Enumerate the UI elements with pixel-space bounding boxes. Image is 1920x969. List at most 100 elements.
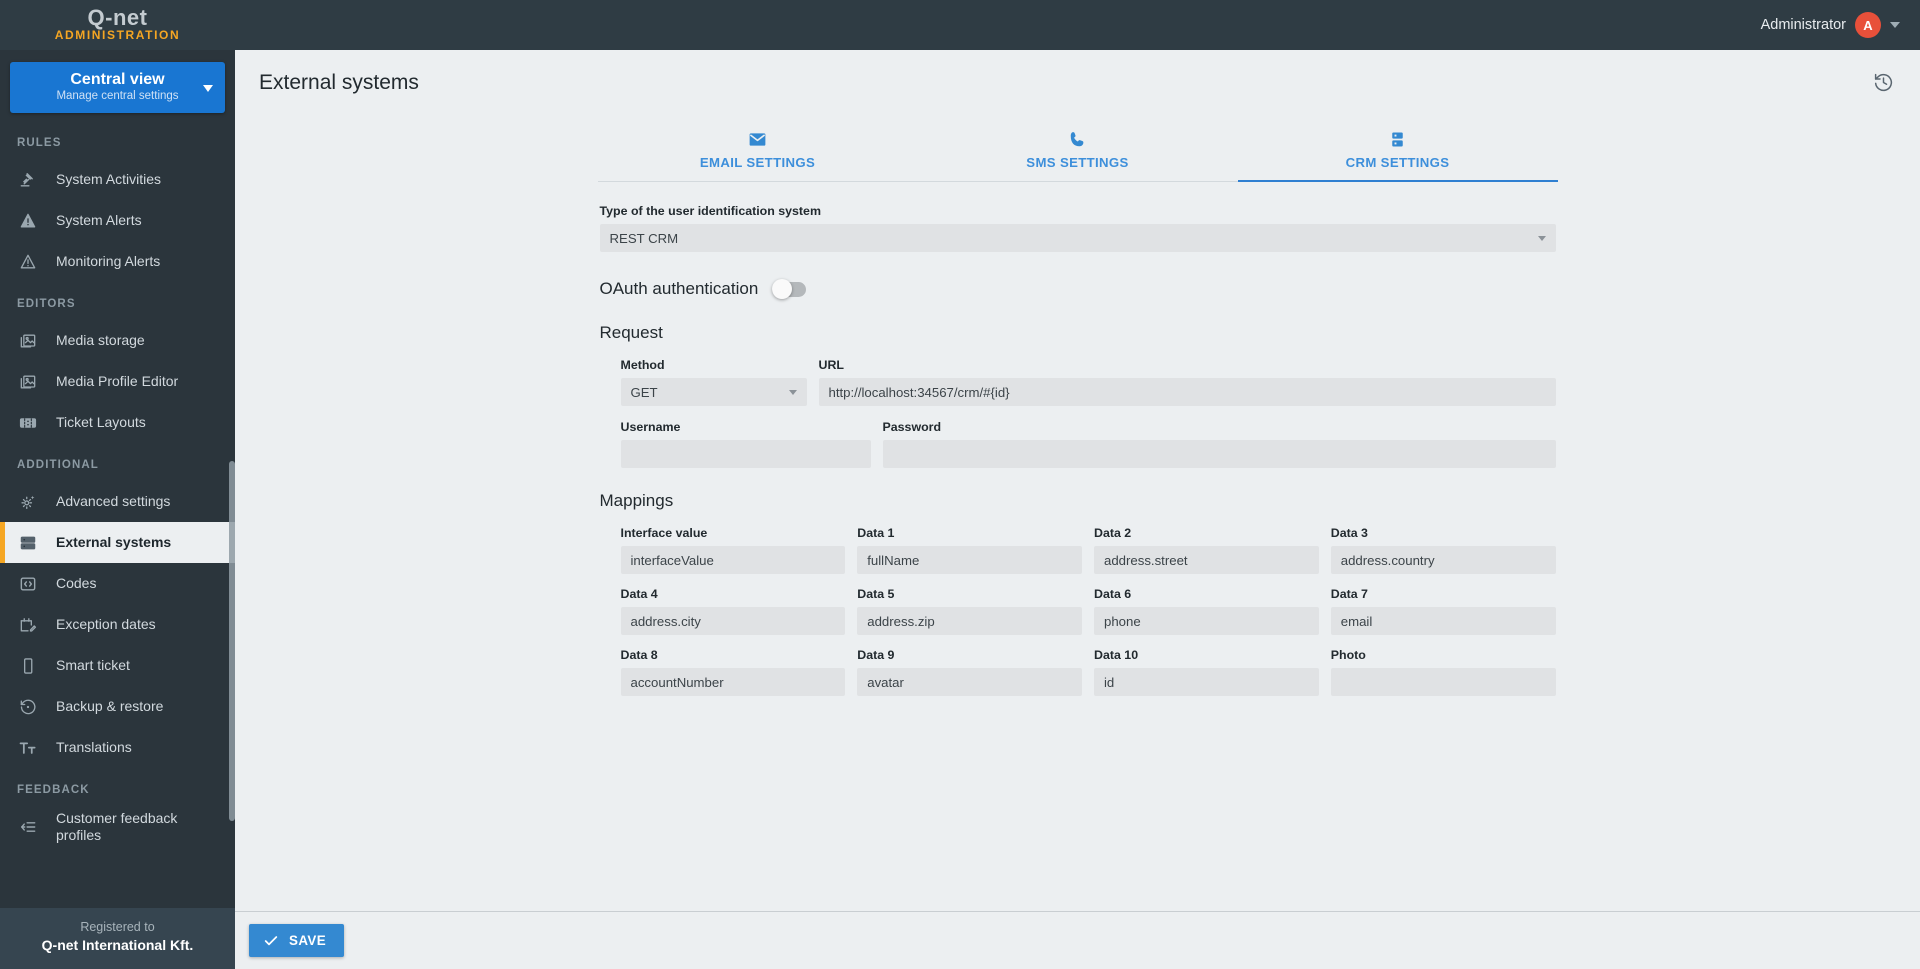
feedback-icon — [0, 817, 56, 837]
tab-sms-settings[interactable]: SMS SETTINGS — [918, 118, 1238, 181]
method-label: Method — [620, 358, 665, 372]
save-button[interactable]: SAVE — [249, 924, 345, 957]
restore-icon — [0, 697, 56, 717]
save-button-label: SAVE — [289, 933, 327, 948]
tab-crm-settings[interactable]: CRM SETTINGS — [1237, 118, 1558, 182]
chevron-down-icon[interactable] — [203, 84, 213, 92]
mapping-field: Data 3 address.country — [1330, 526, 1556, 574]
request-row-2: Username Password — [600, 420, 1556, 468]
sidebar-item-customer-feedback-profiles[interactable]: Customer feedback profiles — [0, 806, 235, 848]
mapping-field: Data 6 phone — [1094, 587, 1319, 635]
sidebar-item-label: Backup & restore — [56, 698, 164, 714]
translate-icon — [0, 738, 56, 758]
chevron-down-icon[interactable] — [1537, 236, 1546, 241]
oauth-row: OAuth authentication — [600, 278, 1556, 300]
mapping-value: address.zip — [867, 613, 935, 629]
image-icon — [0, 331, 56, 351]
page-header: External systems — [235, 50, 1920, 100]
sidebar-item-backup-restore[interactable]: Backup & restore — [0, 686, 235, 727]
registered-to-name: Q-net International Kft. — [41, 937, 194, 953]
phone-icon — [922, 128, 1234, 150]
sidebar-item-system-alerts[interactable]: System Alerts — [0, 200, 235, 241]
request-section-title: Request — [599, 323, 663, 342]
user-menu[interactable]: Administrator A — [1761, 0, 1920, 50]
sidebar-item-label: Ticket Layouts — [56, 414, 146, 430]
mapping-value: avatar — [867, 674, 904, 690]
sidebar-item-media-storage[interactable]: Media storage — [0, 320, 235, 361]
mapping-field: Data 9 avatar — [857, 648, 1082, 696]
sidebar-item-media-profile-editor[interactable]: Media Profile Editor — [0, 361, 235, 402]
oauth-toggle[interactable] — [772, 279, 807, 299]
sidebar-item-external-systems[interactable]: External systems — [0, 522, 235, 563]
tab-email-settings[interactable]: EMAIL SETTINGS — [598, 118, 918, 181]
view-switcher[interactable]: Central view Manage central settings — [10, 62, 225, 113]
mobile-icon — [0, 656, 56, 676]
oauth-label: OAuth authentication — [599, 279, 759, 298]
mapping-input[interactable]: id — [1094, 668, 1319, 696]
method-select[interactable]: GET — [620, 378, 807, 406]
nav-group-title: RULES — [17, 137, 62, 149]
nav-group-title: ADDITIONAL — [17, 459, 99, 471]
username-label: Username — [620, 420, 681, 434]
sidebar-item-system-activities[interactable]: System Activities — [0, 159, 235, 200]
sidebar-item-ticket-layouts[interactable]: Ticket Layouts — [0, 402, 235, 443]
method-value: GET — [630, 384, 658, 400]
main-content: External systems EMAIL SETTINGS SMS SETTI… — [235, 50, 1920, 969]
body-wrapper: Central view Manage central settings RUL… — [0, 50, 1920, 969]
mapping-label: Data 6 — [1094, 587, 1132, 601]
mapping-field: Data 2 address.street — [1094, 526, 1319, 574]
mapping-input[interactable]: accountNumber — [620, 668, 846, 696]
sidebar-item-label: Translations — [56, 739, 132, 755]
tab-label: SMS SETTINGS — [1026, 155, 1129, 170]
sidebar-item-label: Media Profile Editor — [56, 373, 179, 389]
mapping-input[interactable]: address.country — [1330, 546, 1556, 574]
sidebar-item-monitoring-alerts[interactable]: Monitoring Alerts — [0, 241, 235, 282]
sidebar-item-exception-dates[interactable]: Exception dates — [0, 604, 235, 645]
settings-tabs: EMAIL SETTINGS SMS SETTINGS CRM SETTINGS — [597, 118, 1558, 182]
mapping-label: Data 5 — [857, 587, 895, 601]
mapping-field: Interface value interfaceValue — [620, 526, 846, 574]
system-type-select[interactable]: REST CRM — [599, 224, 1556, 252]
mapping-input[interactable]: phone — [1094, 607, 1319, 635]
mapping-input[interactable]: address.zip — [857, 607, 1082, 635]
url-label: URL — [818, 358, 844, 372]
request-row-1: Method GET URL http://localhost:34567/cr… — [600, 358, 1556, 406]
password-input[interactable] — [882, 440, 1556, 468]
sidebar-item-label: Advanced settings — [56, 493, 171, 509]
mapping-label: Data 1 — [857, 526, 895, 540]
gear-sparkle-icon — [0, 492, 56, 512]
gavel-icon — [0, 170, 56, 190]
mapping-label: Data 2 — [1094, 526, 1132, 540]
mapping-input[interactable]: fullName — [857, 546, 1082, 574]
mapping-input[interactable]: address.city — [620, 607, 846, 635]
sidebar-item-advanced-settings[interactable]: Advanced settings — [0, 481, 235, 522]
sidebar-item-label: External systems — [56, 534, 172, 550]
mapping-input[interactable] — [1330, 668, 1556, 696]
url-input[interactable]: http://localhost:34567/crm/#{id} — [818, 378, 1556, 406]
mapping-field: Data 1 fullName — [857, 526, 1082, 574]
mapping-input[interactable]: avatar — [857, 668, 1082, 696]
sidebar-item-label: Exception dates — [56, 616, 156, 632]
mapping-value: address.street — [1104, 552, 1188, 568]
mappings-grid: Interface value interfaceValue Data 1 fullN… — [600, 526, 1556, 696]
mapping-field: Data 10 id — [1094, 648, 1319, 696]
username-input[interactable] — [620, 440, 871, 468]
oauth-toggle-knob — [772, 279, 793, 299]
email-icon — [602, 128, 914, 150]
top-bar: Q-net ADMINISTRATION Administrator A — [0, 0, 1920, 50]
chevron-down-icon[interactable] — [1890, 22, 1900, 28]
method-field: Method GET — [620, 358, 807, 406]
chevron-down-icon[interactable] — [788, 390, 797, 395]
history-restore-icon[interactable] — [1871, 70, 1896, 100]
sidebar-item-codes[interactable]: Codes — [0, 563, 235, 604]
mappings-section-title: Mappings — [599, 491, 674, 510]
mappings-row: Data 8 accountNumber Data 9 avatar Data 10 id… — [600, 648, 1556, 696]
server-icon — [1242, 128, 1554, 150]
mapping-input[interactable]: address.street — [1094, 546, 1319, 574]
view-switcher-title: Central view — [70, 71, 165, 88]
sidebar-item-translations[interactable]: Translations — [0, 727, 235, 768]
mapping-input[interactable]: email — [1330, 607, 1556, 635]
mapping-value: address.country — [1340, 552, 1435, 568]
sidebar-item-smart-ticket[interactable]: Smart ticket — [0, 645, 235, 686]
mapping-input[interactable]: interfaceValue — [620, 546, 846, 574]
